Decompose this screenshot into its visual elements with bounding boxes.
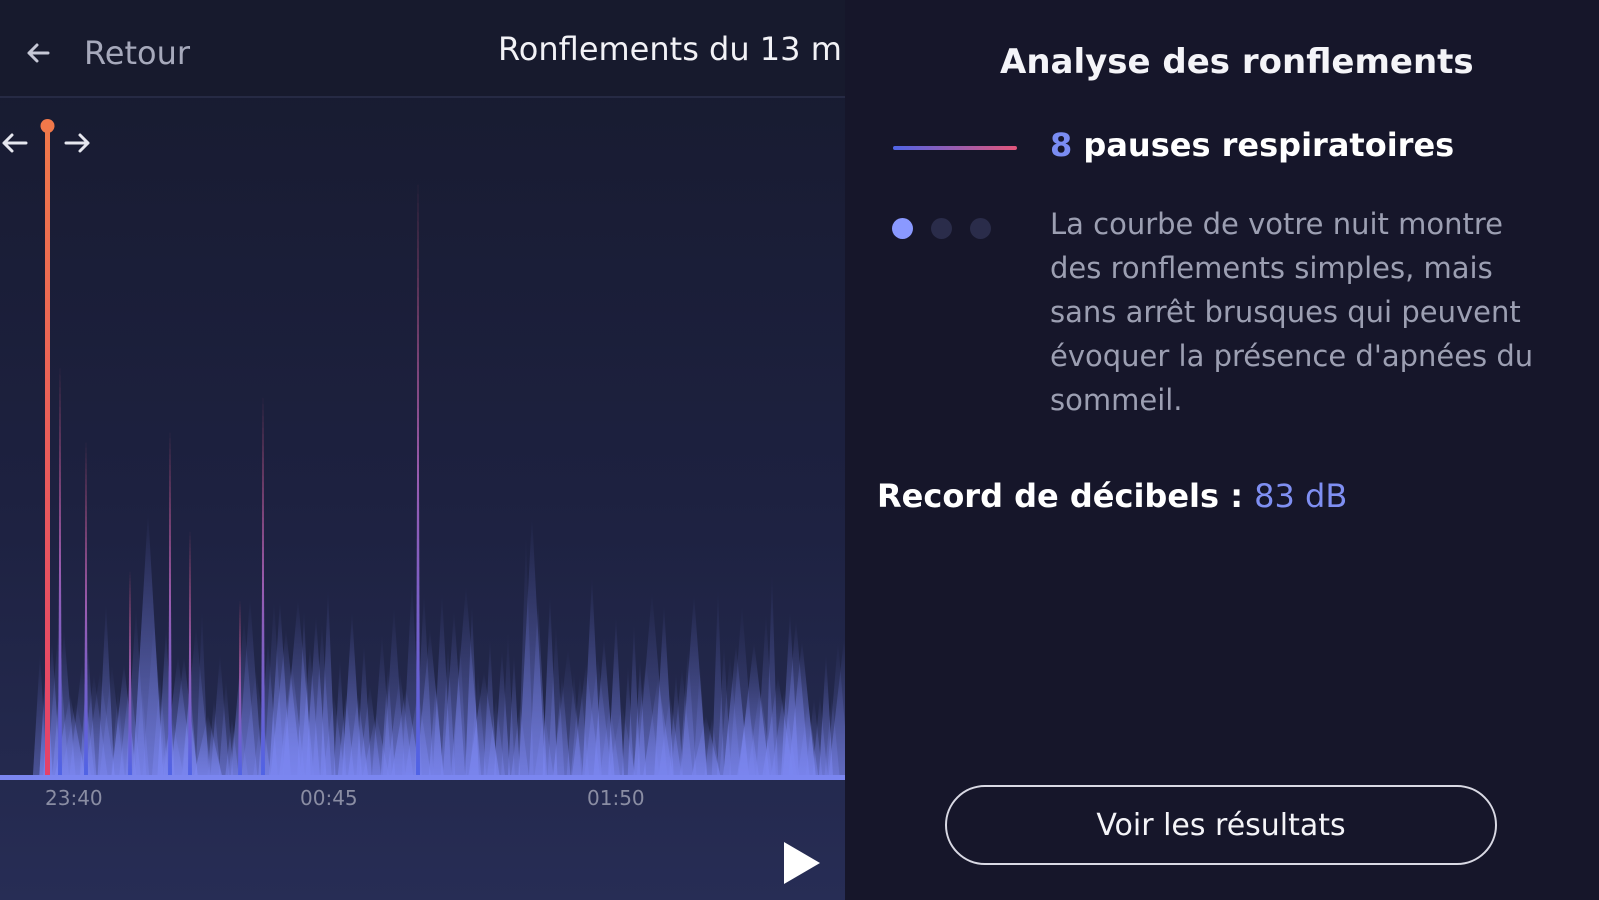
analysis-title: Analyse des ronflements — [1000, 42, 1474, 82]
back-label: Retour — [84, 34, 191, 72]
next-arrow-icon[interactable] — [60, 126, 94, 160]
x-tick-label: 23:40 — [45, 786, 103, 810]
top-bar: Retour Ronflements du 13 m — [0, 0, 845, 98]
cursor-line — [45, 126, 50, 777]
pause-marker — [128, 570, 132, 777]
see-results-button[interactable]: Voir les résultats — [945, 785, 1497, 865]
pager-dots — [892, 218, 991, 239]
back-button[interactable]: Retour — [22, 28, 190, 78]
page-title: Ronflements du 13 m — [498, 30, 842, 68]
decibel-record: Record de décibels : 83 dB — [877, 477, 1347, 515]
arrow-left-icon — [27, 43, 50, 63]
play-icon — [784, 842, 820, 884]
pause-marker — [416, 180, 420, 777]
pause-marker — [188, 530, 192, 777]
snore-chart[interactable] — [0, 100, 845, 780]
play-button[interactable] — [780, 838, 824, 888]
pause-marker — [84, 440, 88, 777]
cursor-handle[interactable] — [40, 119, 55, 133]
pause-legend-line — [893, 146, 1017, 150]
x-tick-label: 00:45 — [300, 786, 358, 810]
record-value: 83 dB — [1254, 477, 1348, 515]
snore-recording-panel: Retour Ronflements du 13 m 23:40 00:45 0… — [0, 0, 845, 900]
record-label: Record de décibels : — [877, 477, 1243, 515]
analysis-description: La courbe de votre nuit montre des ronfl… — [1050, 207, 1534, 417]
previous-arrow-icon[interactable] — [0, 126, 32, 160]
pause-marker — [58, 365, 62, 777]
chart-baseline — [0, 775, 845, 780]
pager-dot[interactable] — [970, 218, 991, 239]
pauses-label: pauses respiratoires — [1083, 126, 1455, 164]
pauses-summary: 8 pauses respiratoires — [1050, 126, 1454, 164]
sound-level-area — [32, 510, 845, 777]
pause-marker — [168, 430, 172, 777]
pauses-count: 8 — [1050, 126, 1073, 164]
pager-dot[interactable] — [931, 218, 952, 239]
pause-marker — [261, 395, 265, 777]
pager-dot[interactable] — [892, 218, 913, 239]
analysis-panel: Analyse des ronflements 8 pauses respira… — [845, 0, 1599, 900]
x-tick-label: 01:50 — [587, 786, 645, 810]
